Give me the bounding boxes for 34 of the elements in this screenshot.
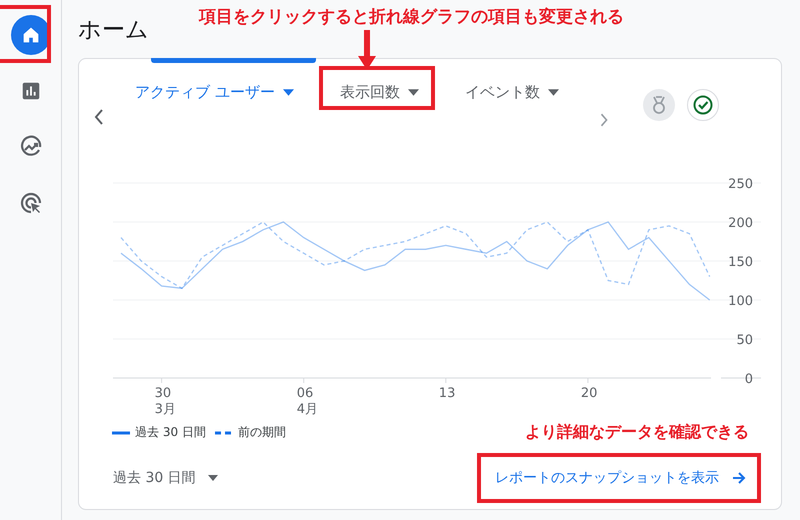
chevron-right-icon[interactable] — [598, 111, 609, 129]
month-label: 4月 — [296, 402, 318, 417]
x-axis-label: 06 — [296, 386, 314, 401]
legend-label: 前の期間 — [238, 424, 286, 441]
metric-tab[interactable]: 表示回数 — [340, 81, 419, 104]
y-axis-label: 100 — [728, 294, 753, 309]
metric-tab[interactable]: アクティブ ユーザー — [135, 81, 294, 104]
month-label: 3月 — [154, 402, 176, 417]
medal-icon[interactable] — [642, 89, 675, 121]
page-title: ホーム — [78, 16, 149, 45]
trend-circle-icon — [18, 135, 42, 159]
cursor-target-icon — [18, 191, 42, 215]
x-axis-label: 13 — [438, 386, 456, 401]
y-axis-label: 150 — [728, 255, 753, 270]
report-snapshot-link[interactable]: レポートのスナップショットを表示 — [495, 469, 747, 487]
annotation-box — [0, 5, 50, 63]
date-range-dropdown[interactable]: 過去 30 日間 — [113, 465, 218, 491]
y-axis-label: 200 — [728, 216, 753, 231]
y-axis-label: 250 — [728, 177, 753, 192]
y-axis-label: 50 — [736, 333, 753, 348]
legend-label: 過去 30 日間 — [135, 424, 206, 441]
x-axis-label: 20 — [580, 386, 598, 401]
metric-tab[interactable]: イベント数 — [464, 81, 559, 104]
arrow-right-icon — [731, 470, 747, 486]
y-axis-label: 0 — [744, 372, 753, 387]
caret-icon — [408, 89, 419, 96]
chevron-left-icon[interactable] — [93, 107, 105, 127]
annotation-text: より詳細なデータを確認できる — [525, 422, 749, 443]
annotation-text: 項目をクリックすると折れ線グラフの項目も変更される — [199, 6, 624, 28]
caret-icon — [548, 89, 559, 96]
caret-icon — [282, 89, 294, 96]
caret-icon — [208, 475, 218, 481]
x-axis-label: 30 — [154, 386, 172, 401]
check-circle-icon[interactable] — [686, 89, 719, 121]
